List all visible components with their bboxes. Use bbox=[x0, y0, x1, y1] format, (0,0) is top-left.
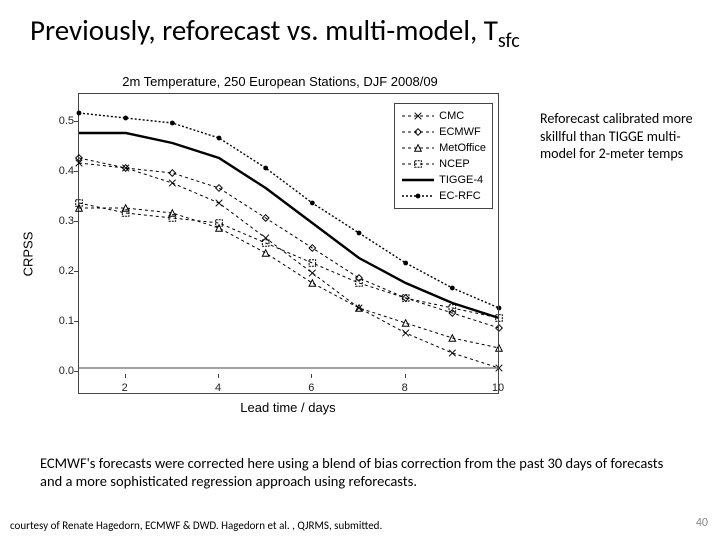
y-tick-label: 0.0 bbox=[46, 365, 74, 377]
legend-item: CMC bbox=[401, 108, 486, 124]
slide-title: Previously, reforecast vs. multi-model, … bbox=[0, 0, 720, 57]
legend-item: ECMWF bbox=[401, 124, 486, 140]
y-tick-label: 0.3 bbox=[46, 215, 74, 227]
legend-item: TIGGE-4 bbox=[401, 172, 486, 188]
legend-label: CMC bbox=[439, 110, 464, 122]
chart-title: 2m Temperature, 250 European Stations, D… bbox=[30, 74, 530, 89]
legend-item: EC-RFC bbox=[401, 188, 486, 204]
title-main: Previously, reforecast vs. multi-model, … bbox=[30, 12, 498, 48]
y-axis-label: CRPSS bbox=[21, 232, 36, 277]
x-axis-label: Lead time / days bbox=[78, 400, 498, 415]
legend-item: MetOffice bbox=[401, 140, 486, 156]
legend-label: MetOffice bbox=[439, 142, 486, 154]
legend: CMC ECMWF MetOffice NCEP TIGGE-4 EC-RFC bbox=[394, 103, 493, 209]
plot-area: CMC ECMWF MetOffice NCEP TIGGE-4 EC-RFC bbox=[78, 93, 499, 394]
legend-label: ECMWF bbox=[439, 126, 481, 138]
annotation-text: Reforecast calibrated more skillful than… bbox=[540, 110, 700, 163]
caption-text: ECMWF's forecasts were corrected here us… bbox=[40, 454, 680, 490]
footer-credit: courtesy of Renate Hagedorn, ECMWF & DWD… bbox=[10, 519, 382, 532]
y-tick-label: 0.1 bbox=[46, 315, 74, 327]
title-subscript: sfc bbox=[498, 29, 520, 53]
y-tick-label: 0.4 bbox=[46, 165, 74, 177]
legend-label: NCEP bbox=[439, 158, 470, 170]
chart-container: 2m Temperature, 250 European Stations, D… bbox=[30, 74, 530, 434]
legend-label: TIGGE-4 bbox=[439, 174, 483, 186]
legend-label: EC-RFC bbox=[439, 190, 481, 202]
y-tick-label: 0.2 bbox=[46, 265, 74, 277]
page-number: 40 bbox=[696, 516, 708, 530]
legend-item: NCEP bbox=[401, 156, 486, 172]
y-tick-label: 0.5 bbox=[46, 115, 74, 127]
